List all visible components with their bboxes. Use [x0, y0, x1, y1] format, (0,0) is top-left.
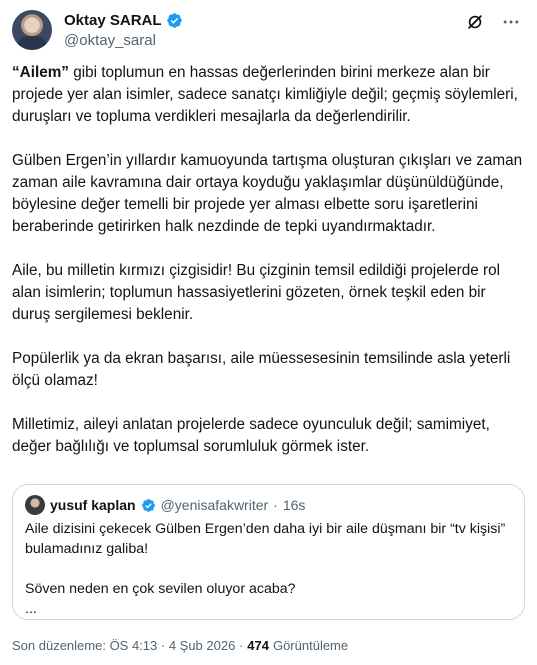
- tweet-paragraph-2: Gülben Ergen’in yıllardır kamuoyunda tar…: [12, 152, 523, 235]
- quoted-tweet-text: Aile dizisini çekecek Gülben Ergen’den d…: [25, 519, 512, 619]
- grok-icon[interactable]: [465, 12, 485, 32]
- quoted-verified-badge-icon: [141, 498, 155, 512]
- tweet-header: Oktay SARAL @oktay_saral: [12, 10, 525, 54]
- quoted-author-avatar: [25, 495, 45, 515]
- author-handle[interactable]: @oktay_saral: [64, 32, 156, 49]
- tweet-meta: Son düzenleme: ÖS 4:13 · 4 Şub 2026 · 47…: [12, 638, 348, 653]
- verified-badge-icon: [166, 13, 182, 28]
- quoted-author-name: yusuf kaplan: [50, 497, 136, 513]
- quoted-tweet-card[interactable]: yusuf kaplan @yenisafakwriter · 16s Aile…: [12, 484, 525, 620]
- quoted-tweet-header: yusuf kaplan @yenisafakwriter · 16s: [25, 495, 512, 515]
- tweet-bold-phrase: “Ailem”: [12, 64, 69, 81]
- tweet-paragraph-text: gibi toplumun en hassas değerlerinden bi…: [12, 64, 518, 125]
- quoted-text-line-2: Söven neden en çok sevilen oluyor acaba?: [25, 581, 296, 597]
- tweet-text: “Ailem” gibi toplumun en hassas değerler…: [12, 62, 525, 480]
- tweet-paragraph-4: Popülerlik ya da ekran başarısı, aile mü…: [12, 350, 511, 389]
- quoted-author-handle: @yenisafakwriter: [160, 497, 269, 513]
- quoted-text-line-1: Aile dizisini çekecek Gülben Ergen’den d…: [25, 521, 506, 557]
- tweet-paragraph-5: Milletimiz, aileyi anlatan projelerde sa…: [12, 416, 490, 455]
- author-name-row: Oktay SARAL: [64, 12, 183, 29]
- quoted-text-ellipsis: ...: [25, 601, 37, 617]
- views-label: Görüntüleme: [272, 638, 349, 653]
- tweet-paragraph-1: “Ailem” gibi toplumun en hassas değerler…: [12, 62, 525, 128]
- edited-timestamp[interactable]: Son düzenleme: ÖS 4:13 · 4 Şub 2026 ·: [12, 638, 243, 653]
- quoted-timestamp: 16s: [282, 497, 306, 513]
- header-actions: [465, 12, 521, 32]
- quoted-separator: ·: [273, 497, 278, 513]
- author-avatar[interactable]: [12, 10, 52, 50]
- tweet-paragraph-3: Aile, bu milletin kırmızı çizgisidir! Bu…: [12, 262, 500, 323]
- more-icon[interactable]: [501, 12, 521, 32]
- author-display-name[interactable]: Oktay SARAL: [64, 12, 162, 29]
- views-count: 474: [247, 638, 269, 653]
